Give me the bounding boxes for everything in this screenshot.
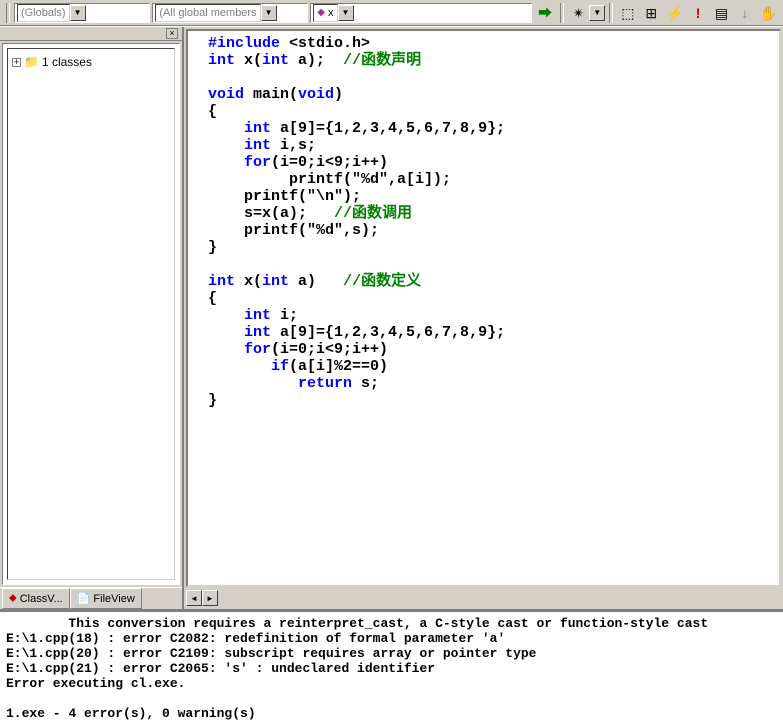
tab-fileview[interactable]: 📄FileView — [70, 588, 142, 609]
horizontal-scrollbar[interactable]: ◄ ► — [186, 589, 781, 607]
arrow-icon: ⮕ — [538, 6, 552, 20]
dropdown-icon[interactable]: ▼ — [338, 5, 354, 21]
expand-icon[interactable]: + — [12, 58, 21, 67]
tree-root-node[interactable]: + 📁 1 classes — [12, 55, 170, 69]
disasm-icon: ⚡ — [666, 6, 683, 20]
build-output[interactable]: This conversion requires a reinterpret_c… — [0, 609, 783, 727]
bookmark-button[interactable]: ▤ — [711, 2, 732, 24]
workspace-sidebar: × + 📁 1 classes ⬥ClassV... 📄FileView — [0, 27, 184, 609]
output-summary: 1.exe - 4 error(s), 0 warning(s) — [6, 706, 256, 721]
scope-combo[interactable]: (Globals) ▼ — [14, 3, 150, 23]
output-line: E:\1.cpp(21) : error C2065: 's' : undecl… — [6, 661, 435, 676]
toolbar-separator — [560, 3, 564, 23]
dropdown-icon[interactable]: ▼ — [589, 5, 605, 21]
output-line: This conversion requires a reinterpret_c… — [6, 616, 708, 631]
sidebar-tabs: ⬥ClassV... 📄FileView — [0, 587, 182, 609]
sidebar-header: × — [0, 27, 182, 41]
output-line: Error executing cl.exe. — [6, 676, 185, 691]
go-button[interactable]: ⮕ — [534, 2, 555, 24]
main-toolbar: (Globals) ▼ (All global members ▼ ◆x ▼ ⮕… — [0, 0, 783, 26]
tile-button[interactable]: ⬚ — [617, 2, 638, 24]
scroll-left-button[interactable]: ◄ — [186, 590, 202, 606]
dropdown-icon[interactable]: ▼ — [261, 5, 277, 21]
toolbar-grip — [6, 3, 10, 23]
code-editor[interactable]: #include <stdio.h> int x(int a); //函数声明 … — [186, 29, 781, 587]
class-tree[interactable]: + 📁 1 classes — [2, 43, 180, 585]
sidebar-close-button[interactable]: × — [166, 28, 178, 39]
breakpoint-button[interactable]: ! — [687, 2, 708, 24]
step-button[interactable]: ↓ — [734, 2, 755, 24]
window-button[interactable]: ⊞ — [641, 2, 662, 24]
editor-pane: #include <stdio.h> int x(int a); //函数声明 … — [184, 27, 783, 609]
stack-icon: ⬚ — [621, 6, 634, 20]
main-area: × + 📁 1 classes ⬥ClassV... 📄FileView #in… — [0, 26, 783, 609]
diamond-icon: ◆ — [317, 7, 325, 18]
classview-icon: ⬥ — [9, 592, 17, 605]
function-combo-text: x — [328, 7, 334, 19]
tree-root-label: 1 classes — [42, 55, 92, 69]
bookmark-icon: ▤ — [715, 6, 728, 20]
scroll-right-button[interactable]: ► — [202, 590, 218, 606]
step-icon: ↓ — [741, 6, 748, 20]
wizard-button[interactable]: ✴ — [568, 2, 589, 24]
members-combo-text: (All global members — [159, 7, 256, 19]
hand-button[interactable]: ✋ — [758, 2, 779, 24]
output-line: E:\1.cpp(20) : error C2109: subscript re… — [6, 646, 537, 661]
exclamation-icon: ! — [696, 6, 701, 20]
tab-classview[interactable]: ⬥ClassV... — [2, 588, 70, 609]
scope-combo-text: (Globals) — [21, 7, 66, 19]
disasm-button[interactable]: ⚡ — [664, 2, 685, 24]
tab-classview-label: ClassV... — [20, 593, 63, 605]
folder-icon: 📁 — [24, 55, 39, 69]
registers-icon: ⊞ — [645, 6, 657, 20]
function-combo[interactable]: ◆x ▼ — [310, 3, 532, 23]
hand-icon: ✋ — [760, 6, 777, 20]
toolbar-separator — [609, 3, 613, 23]
wand-icon: ✴ — [573, 6, 585, 20]
fileview-icon: 📄 — [77, 592, 91, 605]
dropdown-icon[interactable]: ▼ — [70, 5, 86, 21]
members-combo[interactable]: (All global members ▼ — [152, 3, 308, 23]
output-line: E:\1.cpp(18) : error C2082: redefinition… — [6, 631, 505, 646]
tab-fileview-label: FileView — [93, 593, 134, 605]
